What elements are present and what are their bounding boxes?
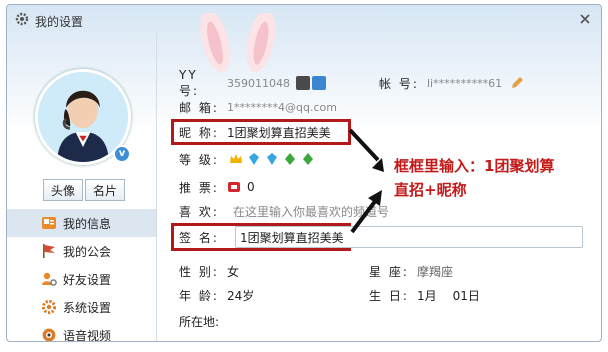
title-bar: 我的设置 — [7, 5, 601, 33]
sidebar-item-label: 我的公会 — [63, 244, 112, 259]
email-row: 邮 箱: 1********4@qq.com — [179, 97, 337, 117]
id-card-icon — [42, 217, 56, 229]
gender-label: 性 别: — [179, 264, 219, 279]
tickets-value: 0 — [247, 180, 255, 194]
clover-icon — [303, 153, 313, 165]
flag-icon — [43, 244, 55, 258]
vip-icon[interactable] — [296, 76, 310, 90]
signature-row: 签 名: — [179, 227, 219, 247]
gear-icon — [15, 12, 29, 26]
clover-icon — [285, 153, 295, 165]
sidebar-item-label: 好友设置 — [63, 272, 112, 287]
account-label: 帐 号: — [379, 76, 419, 91]
age-row: 年 龄: 24岁 — [179, 285, 254, 305]
likes-row: 喜 欢: 在这里输入你最喜欢的频道号 — [179, 201, 389, 221]
likes-placeholder[interactable]: 在这里输入你最喜欢的频道号 — [233, 203, 389, 220]
likes-label: 喜 欢: — [179, 204, 219, 219]
sidebar-item-system-settings[interactable]: 系统设置 — [7, 293, 156, 321]
sidebar-item-voice-video[interactable]: 语音视频 — [7, 321, 156, 342]
verified-badge-icon: v — [113, 145, 131, 163]
profile-card-icon[interactable] — [312, 76, 326, 90]
card-button[interactable]: 名片 — [85, 179, 125, 201]
sidebar-item-label: 我的信息 — [63, 216, 112, 231]
location-label: 所在地: — [179, 314, 220, 329]
yy-value: 359011048 — [227, 76, 290, 90]
edit-icon[interactable] — [510, 76, 524, 90]
gender-row: 性 别: 女 — [179, 261, 239, 281]
nickname-label: 昵 称: — [179, 125, 219, 140]
gender-value: 女 — [227, 264, 240, 279]
sidebar-item-label: 系统设置 — [63, 300, 112, 315]
annotation-text: 框框里输入：1团聚划算 直招+昵称 — [394, 154, 594, 202]
window-title: 我的设置 — [35, 15, 84, 29]
sidebar-nav: 我的信息 我的公会 好友设置 系统设置 语音视频 — [7, 209, 156, 342]
level-icons — [227, 152, 315, 166]
birthday-month: 1月 — [417, 288, 437, 303]
nickname-row: 昵 称: 1团聚划算直招美美 — [179, 122, 331, 142]
close-icon[interactable] — [577, 11, 593, 27]
annotation-line-1: 框框里输入：1团聚划算 — [394, 157, 555, 175]
location-row: 所在地: — [179, 311, 227, 331]
birthday-day: 01日 — [452, 288, 480, 303]
email-value: 1********4@qq.com — [227, 100, 337, 114]
camera-icon — [42, 328, 56, 341]
sidebar: v 头像 名片 我的信息 我的公会 好友设置 系统设置 语音视频 — [7, 33, 157, 342]
yy-label: YY 号: — [179, 67, 200, 98]
zodiac-value: 摩羯座 — [417, 264, 454, 279]
sidebar-item-my-info[interactable]: 我的信息 — [7, 209, 156, 237]
sidebar-item-my-guild[interactable]: 我的公会 — [7, 237, 156, 265]
nickname-value[interactable]: 1团聚划算直招美美 — [227, 124, 331, 141]
account-value: li**********61 — [427, 76, 503, 90]
signature-input[interactable] — [235, 226, 583, 248]
level-label: 等 级: — [179, 152, 219, 167]
avatar-button[interactable]: 头像 — [43, 179, 83, 201]
tickets-label: 推 票: — [179, 180, 219, 195]
diamond-icon — [267, 153, 277, 165]
zodiac-row: 星 座: 摩羯座 — [369, 261, 453, 281]
birthday-row: 生 日: 1月 01日 — [369, 285, 480, 305]
signature-label: 签 名: — [179, 230, 219, 245]
level-row: 等 级: — [179, 149, 315, 169]
friend-settings-icon — [42, 272, 57, 286]
sidebar-item-label: 语音视频 — [63, 328, 112, 342]
email-label: 邮 箱: — [179, 100, 219, 115]
crown-icon — [230, 154, 242, 163]
zodiac-label: 星 座: — [369, 264, 409, 279]
annotation-line-2: 直招+昵称 — [394, 181, 467, 199]
ticket-icon — [228, 182, 240, 192]
account-row: 帐 号: li**********61 — [379, 73, 524, 93]
gear-icon — [41, 299, 57, 315]
birthday-label: 生 日: — [369, 288, 409, 303]
diamond-icon — [249, 153, 259, 165]
age-value: 24岁 — [227, 288, 255, 303]
tickets-row: 推 票: 0 — [179, 177, 255, 197]
age-label: 年 龄: — [179, 288, 219, 303]
yy-row: YY 号: 359011048 — [179, 68, 326, 98]
sidebar-item-friend-settings[interactable]: 好友设置 — [7, 265, 156, 293]
